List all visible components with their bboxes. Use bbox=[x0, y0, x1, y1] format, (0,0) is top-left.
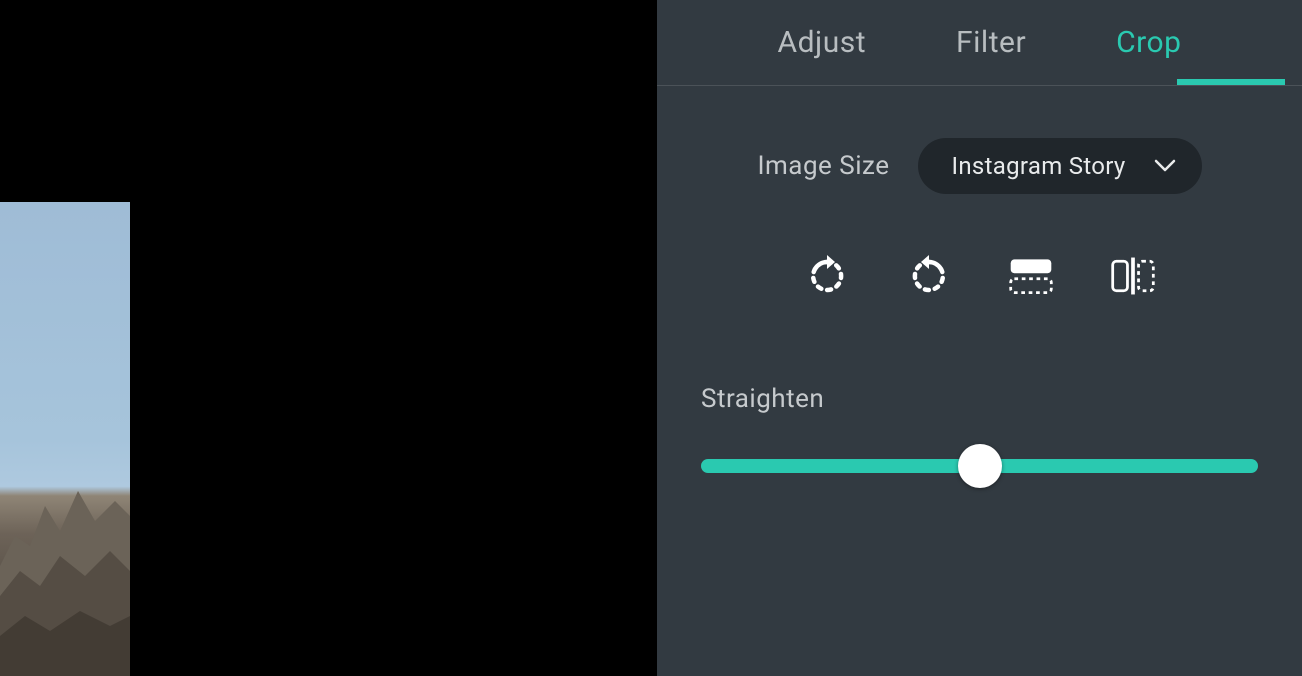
flip-horizontal-button[interactable] bbox=[1007, 252, 1055, 300]
tab-crop[interactable]: Crop bbox=[1116, 25, 1181, 60]
chevron-down-icon bbox=[1154, 159, 1176, 173]
tab-filter[interactable]: Filter bbox=[956, 25, 1026, 60]
canvas-area bbox=[0, 0, 657, 676]
flip-vertical-icon bbox=[1109, 254, 1157, 298]
straighten-block: Straighten bbox=[701, 384, 1258, 488]
rotate-left-button[interactable] bbox=[803, 252, 851, 300]
image-preview[interactable] bbox=[0, 202, 130, 676]
image-size-value: Instagram Story bbox=[952, 152, 1126, 180]
tab-underline bbox=[1177, 79, 1285, 85]
transform-tool-row bbox=[701, 252, 1258, 300]
flip-horizontal-icon bbox=[1007, 254, 1055, 298]
tabs-bar: Adjust Filter Crop bbox=[657, 0, 1302, 86]
straighten-slider[interactable] bbox=[701, 444, 1258, 488]
image-size-row: Image Size Instagram Story bbox=[701, 138, 1258, 194]
image-size-label: Image Size bbox=[757, 151, 889, 181]
crop-controls: Image Size Instagram Story bbox=[657, 86, 1302, 488]
mountain-graphic bbox=[0, 476, 130, 676]
rotate-left-icon bbox=[805, 254, 849, 298]
edit-side-panel: Adjust Filter Crop Image Size Instagram … bbox=[657, 0, 1302, 676]
image-size-dropdown[interactable]: Instagram Story bbox=[918, 138, 1202, 194]
flip-vertical-button[interactable] bbox=[1109, 252, 1157, 300]
rotate-right-icon bbox=[907, 254, 951, 298]
tab-adjust[interactable]: Adjust bbox=[778, 25, 867, 60]
straighten-label: Straighten bbox=[701, 384, 1258, 414]
slider-thumb[interactable] bbox=[958, 444, 1002, 488]
rotate-right-button[interactable] bbox=[905, 252, 953, 300]
